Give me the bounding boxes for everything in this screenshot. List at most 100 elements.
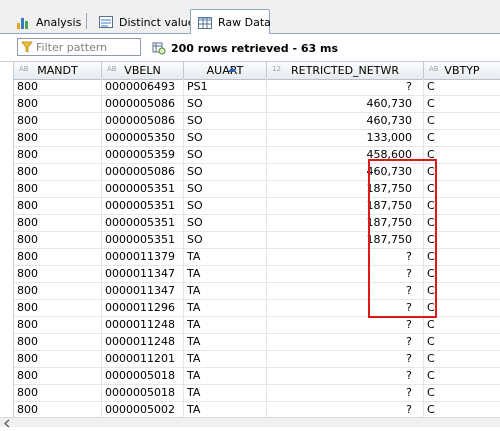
table-row[interactable]: 800 0000005018 TA? C bbox=[14, 385, 500, 402]
cell-retricted-netwr[interactable]: 460,730 bbox=[267, 164, 424, 181]
cell-mandt[interactable]: 800 bbox=[14, 232, 102, 249]
cell-auart[interactable]: TA bbox=[184, 351, 267, 368]
table-row[interactable]: 800 0000011296 TA? C bbox=[14, 300, 500, 317]
cell-mandt[interactable]: 800 bbox=[14, 385, 102, 402]
cell-mandt[interactable]: 800 bbox=[14, 351, 102, 368]
cell-retricted-netwr[interactable]: ? bbox=[267, 249, 424, 266]
cell-vbeln[interactable]: 0000005086 bbox=[102, 113, 184, 130]
cell-retricted-netwr[interactable]: 133,000 bbox=[267, 130, 424, 147]
cell-mandt[interactable]: 800 bbox=[14, 130, 102, 147]
cell-auart[interactable]: TA bbox=[184, 249, 267, 266]
table-row[interactable]: 800 0000011347 TA? C bbox=[14, 283, 500, 300]
table-row[interactable]: 800 0000005350 SO 133,000 C bbox=[14, 130, 500, 147]
cell-retricted-netwr[interactable]: ? bbox=[267, 402, 424, 417]
table-row[interactable]: 800 0000011347 TA? C bbox=[14, 266, 500, 283]
cell-retricted-netwr[interactable]: ? bbox=[267, 385, 424, 402]
cell-vbeln[interactable]: 0000005086 bbox=[102, 96, 184, 113]
cell-vbtyp[interactable]: C bbox=[424, 79, 500, 96]
cell-vbeln[interactable]: 0000005018 bbox=[102, 368, 184, 385]
cell-mandt[interactable]: 800 bbox=[14, 181, 102, 198]
cell-mandt[interactable]: 800 bbox=[14, 402, 102, 417]
cell-mandt[interactable]: 800 bbox=[14, 266, 102, 283]
filter-pattern-input[interactable] bbox=[36, 40, 136, 54]
cell-auart[interactable]: SO bbox=[184, 232, 267, 249]
cell-vbtyp[interactable]: C bbox=[424, 402, 500, 417]
filter-box[interactable] bbox=[17, 38, 141, 56]
cell-retricted-netwr[interactable]: ? bbox=[267, 351, 424, 368]
cell-vbeln[interactable]: 0000005351 bbox=[102, 181, 184, 198]
cell-vbeln[interactable]: 0000011248 bbox=[102, 334, 184, 351]
cell-auart[interactable]: SO bbox=[184, 164, 267, 181]
cell-vbtyp[interactable]: C bbox=[424, 283, 500, 300]
cell-vbeln[interactable]: 0000006493 bbox=[102, 79, 184, 96]
cell-vbeln[interactable]: 0000005350 bbox=[102, 130, 184, 147]
cell-vbeln[interactable]: 0000005018 bbox=[102, 385, 184, 402]
cell-vbeln[interactable]: 0000005351 bbox=[102, 198, 184, 215]
cell-mandt[interactable]: 800 bbox=[14, 249, 102, 266]
cell-vbeln[interactable]: 0000011296 bbox=[102, 300, 184, 317]
table-row[interactable]: 800 0000005018 TA? C bbox=[14, 368, 500, 385]
table-row[interactable]: 800 0000005002 TA? C bbox=[14, 402, 500, 417]
cell-vbtyp[interactable]: C bbox=[424, 385, 500, 402]
cell-retricted-netwr[interactable]: 187,750 bbox=[267, 181, 424, 198]
cell-mandt[interactable]: 800 bbox=[14, 300, 102, 317]
cell-retricted-netwr[interactable]: 458,600 bbox=[267, 147, 424, 164]
cell-vbtyp[interactable]: C bbox=[424, 317, 500, 334]
cell-auart[interactable]: TA bbox=[184, 402, 267, 417]
cell-mandt[interactable]: 800 bbox=[14, 283, 102, 300]
cell-auart[interactable]: TA bbox=[184, 334, 267, 351]
cell-auart[interactable]: PS1 bbox=[184, 79, 267, 96]
table-row[interactable]: 800 0000005086 SO 460,730 C bbox=[14, 96, 500, 113]
cell-vbtyp[interactable]: C bbox=[424, 232, 500, 249]
cell-retricted-netwr[interactable]: ? bbox=[267, 334, 424, 351]
cell-mandt[interactable]: 800 bbox=[14, 113, 102, 130]
cell-mandt[interactable]: 800 bbox=[14, 334, 102, 351]
cell-vbtyp[interactable]: C bbox=[424, 266, 500, 283]
cell-mandt[interactable]: 800 bbox=[14, 147, 102, 164]
cell-auart[interactable]: SO bbox=[184, 113, 267, 130]
cell-retricted-netwr[interactable]: ? bbox=[267, 368, 424, 385]
table-row[interactable]: 800 0000011248 TA? C bbox=[14, 334, 500, 351]
cell-retricted-netwr[interactable]: ? bbox=[267, 266, 424, 283]
cell-vbtyp[interactable]: C bbox=[424, 215, 500, 232]
horizontal-scrollbar[interactable] bbox=[0, 417, 500, 428]
tab-analysis[interactable]: Analysis bbox=[8, 9, 88, 34]
cell-mandt[interactable]: 800 bbox=[14, 215, 102, 232]
cell-vbeln[interactable]: 0000011379 bbox=[102, 249, 184, 266]
cell-retricted-netwr[interactable]: 460,730 bbox=[267, 113, 424, 130]
cell-retricted-netwr[interactable]: 187,750 bbox=[267, 232, 424, 249]
cell-auart[interactable]: SO bbox=[184, 96, 267, 113]
cell-vbeln[interactable]: 0000011347 bbox=[102, 266, 184, 283]
table-row[interactable]: 800 0000011379 TA? C bbox=[14, 249, 500, 266]
cell-vbeln[interactable]: 0000011347 bbox=[102, 283, 184, 300]
cell-auart[interactable]: TA bbox=[184, 317, 267, 334]
cell-vbeln[interactable]: 0000005351 bbox=[102, 232, 184, 249]
cell-auart[interactable]: SO bbox=[184, 198, 267, 215]
cell-mandt[interactable]: 800 bbox=[14, 96, 102, 113]
cell-mandt[interactable]: 800 bbox=[14, 317, 102, 334]
cell-vbeln[interactable]: 0000011201 bbox=[102, 351, 184, 368]
table-row[interactable]: 800 0000005351 SO 187,750 C bbox=[14, 215, 500, 232]
cell-vbeln[interactable]: 0000011248 bbox=[102, 317, 184, 334]
cell-vbeln[interactable]: 0000005002 bbox=[102, 402, 184, 417]
table-row[interactable]: 800 0000006493 PS1? C bbox=[14, 79, 500, 96]
cell-retricted-netwr[interactable]: ? bbox=[267, 317, 424, 334]
table-row[interactable]: 800 0000005351 SO 187,750 C bbox=[14, 232, 500, 249]
cell-vbeln[interactable]: 0000005086 bbox=[102, 164, 184, 181]
cell-vbtyp[interactable]: C bbox=[424, 334, 500, 351]
cell-mandt[interactable]: 800 bbox=[14, 368, 102, 385]
cell-retricted-netwr[interactable]: ? bbox=[267, 300, 424, 317]
cell-vbeln[interactable]: 0000005359 bbox=[102, 147, 184, 164]
cell-mandt[interactable]: 800 bbox=[14, 164, 102, 181]
column-header-retricted-netwr[interactable]: 12 RETRICTED_NETWR bbox=[267, 62, 424, 79]
cell-mandt[interactable]: 800 bbox=[14, 79, 102, 96]
cell-vbtyp[interactable]: C bbox=[424, 147, 500, 164]
cell-auart[interactable]: SO bbox=[184, 130, 267, 147]
table-row[interactable]: 800 0000005086 SO 460,730 C bbox=[14, 113, 500, 130]
table-row[interactable]: 800 0000005086 SO 460,730 C bbox=[14, 164, 500, 181]
cell-retricted-netwr[interactable]: 187,750 bbox=[267, 215, 424, 232]
cell-vbtyp[interactable]: C bbox=[424, 164, 500, 181]
cell-auart[interactable]: TA bbox=[184, 283, 267, 300]
cell-vbtyp[interactable]: C bbox=[424, 351, 500, 368]
cell-vbeln[interactable]: 0000005351 bbox=[102, 215, 184, 232]
